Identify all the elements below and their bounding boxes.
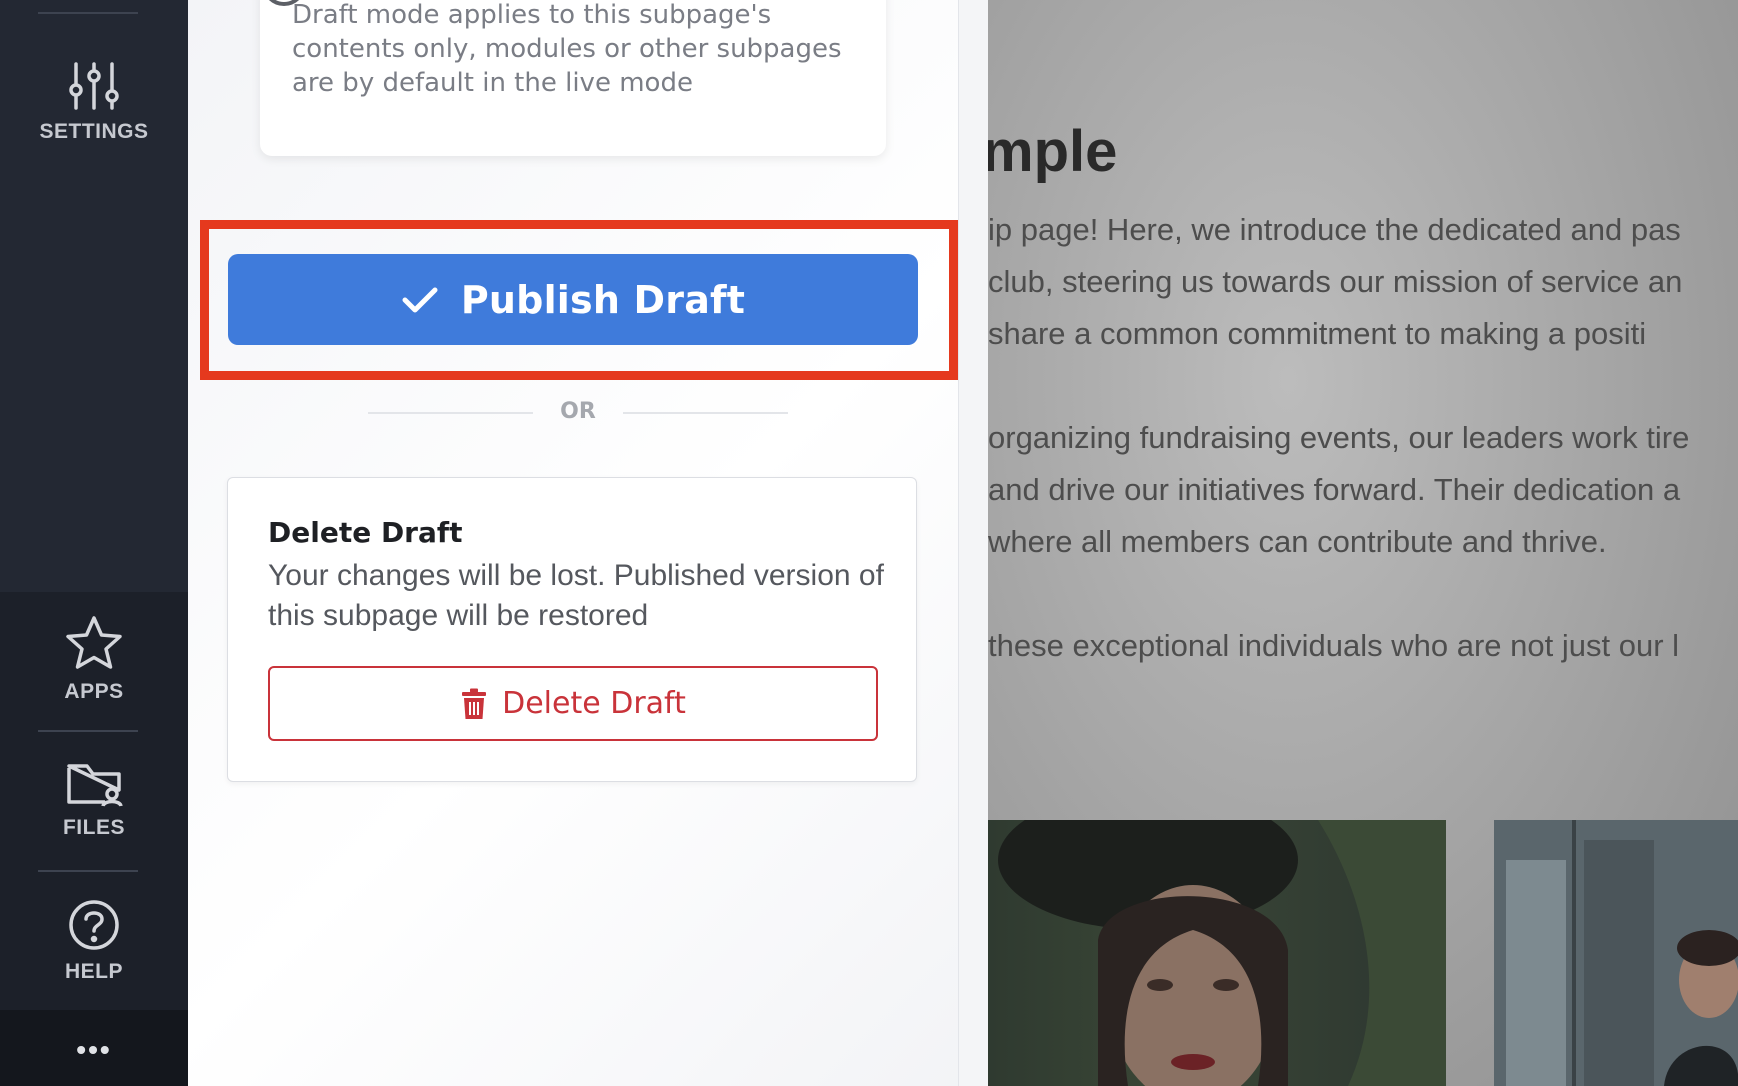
publish-draft-button[interactable]: Publish Draft [228,254,918,345]
preview-paragraph-line: club, steering us towards our mission of… [988,264,1683,299]
preview-paragraph-line: these exceptional individuals who are no… [988,628,1680,663]
delete-draft-card: Delete Draft Your changes will be lost. … [227,477,917,782]
preview-paragraph-line: and drive our initiatives forward. Their… [988,472,1681,507]
publish-draft-label: Publish Draft [460,277,746,322]
preview-paragraph-line: share a common commitment to making a po… [988,316,1647,351]
draft-info-text: Draft mode applies to this subpage's con… [292,0,842,98]
help-circle-icon [69,900,119,950]
preview-paragraph-line: ip page! Here, we introduce the dedicate… [988,212,1681,247]
rail-divider [38,870,138,872]
nav-rail: SETTINGS APPS FILES HELP ••• [0,0,188,1086]
draft-panel: Draft mode applies to this subpage's con… [188,0,989,1086]
preview-photo-man [1494,820,1738,1086]
rail-item-apps[interactable]: APPS [0,614,188,704]
star-icon [66,616,122,669]
preview-paragraph-line: organizing fundraising events, our leade… [988,420,1690,455]
delete-draft-title: Delete Draft [268,516,463,549]
rail-divider [38,730,138,732]
rail-divider [38,12,138,14]
rail-label-settings: SETTINGS [39,120,149,143]
page-preview: mple ip page! Here, we introduce the ded… [988,0,1738,1086]
rail-label-apps: APPS [64,680,124,703]
rail-item-help[interactable]: HELP [0,898,188,984]
rail-item-settings[interactable]: SETTINGS [0,60,188,144]
sliders-icon [69,62,119,110]
preview-photo-woman [988,820,1446,1086]
separator-line [623,412,788,414]
delete-draft-button-label: Delete Draft [502,686,686,721]
more-menu-button[interactable]: ••• [0,1036,188,1064]
rail-item-files[interactable]: FILES [0,760,188,840]
trash-icon [462,688,487,719]
rail-label-files: FILES [62,816,125,839]
delete-draft-button[interactable]: Delete Draft [268,666,878,741]
or-separator: OR [368,398,788,428]
delete-draft-description: Your changes will be lost. Published ver… [268,559,884,632]
check-icon [402,287,438,312]
rail-label-help: HELP [64,960,123,983]
preview-paragraph-line: where all members can contribute and thr… [988,524,1607,559]
panel-scroll-edge[interactable] [958,0,989,1086]
preview-heading: mple [988,119,1118,184]
draft-info-card: Draft mode applies to this subpage's con… [260,0,886,156]
folder-user-icon [67,764,123,807]
